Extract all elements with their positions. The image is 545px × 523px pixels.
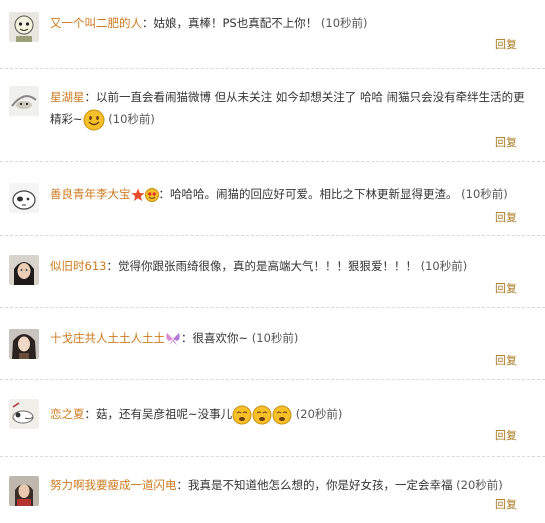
butterfly-badge-icon <box>165 332 181 346</box>
comment-body: ：觉得你跟张雨绮很像，真的是高端大气！！！狠狠爱！！！ <box>106 259 417 273</box>
comment-text: 十戈庄共人土土人土土 ：很喜欢你~ (10秒前) <box>50 327 527 349</box>
comment-body: ：哈哈哈。闹猫的回应好可爱。相比之下林更新显得更渣。 <box>158 187 458 201</box>
username-link[interactable]: 努力啊我要瘦成一道闪电 <box>50 478 177 492</box>
comment-item: 星湖星：以前一直会看闹猫微博 但从未关注 如今却想关注了 哈哈 闹猫只会没有牵绊… <box>0 68 545 162</box>
comment-text: 似旧时613：觉得你跟张雨绮很像，真的是高端大气！！！狠狠爱！！！ (10秒前) <box>50 255 527 277</box>
timestamp: (10秒前) <box>108 112 155 126</box>
avatar[interactable] <box>9 476 39 506</box>
reply-button[interactable]: 回复 <box>495 427 517 443</box>
comment-item: 似旧时613：觉得你跟张雨绮很像，真的是高端大气！！！狠狠爱！！！ (10秒前)… <box>0 235 545 308</box>
username-link[interactable]: 又一个叫二肥的人 <box>50 16 142 30</box>
comment-body: ：姑娘，真棒！PS也真配不上你！ <box>142 16 318 30</box>
comment-text: 又一个叫二肥的人：姑娘，真棒！PS也真配不上你！ (10秒前) <box>50 12 527 34</box>
timestamp: (10秒前) <box>461 187 508 201</box>
star-badge-icon <box>131 188 145 202</box>
avatar[interactable] <box>9 86 39 116</box>
username-link[interactable]: 似旧时613 <box>50 259 106 273</box>
timestamp: (10秒前) <box>251 331 299 345</box>
comment-body: ：菇，还有吴彦祖呢~没事儿 <box>84 407 233 421</box>
timestamp: (10秒前) <box>320 16 368 30</box>
username-link[interactable]: 恋之夏 <box>50 407 85 421</box>
comment-item: 努力啊我要瘦成一道闪电：我真是不知道他怎么想的，你是好女孩，一定会幸福 (20秒… <box>0 456 545 523</box>
comment-body: ：很喜欢你~ <box>181 331 249 345</box>
crying-emoji-icon <box>252 405 272 425</box>
timestamp: (20秒前) <box>295 407 343 421</box>
comment-text: 星湖星：以前一直会看闹猫微博 但从未关注 如今却想关注了 哈哈 闹猫只会没有牵绊… <box>50 86 527 131</box>
avatar[interactable] <box>9 183 39 213</box>
comment-item: 恋之夏：菇，还有吴彦祖呢~没事儿 (20秒前) 回复 <box>0 379 545 457</box>
heart-eyes-emoji-icon <box>144 187 159 202</box>
comment-item: 善良青年李大宝 ：哈哈哈。闹猫的回应好可爱。相比之下林更新显得更渣。 (10秒前)… <box>0 161 545 236</box>
reply-button[interactable]: 回复 <box>495 134 517 150</box>
comment-text: 善良青年李大宝 ：哈哈哈。闹猫的回应好可爱。相比之下林更新显得更渣。 (10秒前) <box>50 183 527 205</box>
timestamp: (20秒前) <box>456 478 503 492</box>
comment-body: ：我真是不知道他怎么想的，你是好女孩，一定会幸福 <box>176 478 453 492</box>
comment-item: 十戈庄共人土土人土土 ：很喜欢你~ (10秒前) 回复 <box>0 307 545 380</box>
avatar[interactable] <box>9 329 39 359</box>
comment-text: 努力啊我要瘦成一道闪电：我真是不知道他怎么想的，你是好女孩，一定会幸福 (20秒… <box>50 474 527 496</box>
reply-button[interactable]: 回复 <box>495 352 517 368</box>
crying-emoji-icon <box>272 405 292 425</box>
reply-button[interactable]: 回复 <box>495 280 517 296</box>
smile-emoji-icon <box>83 109 105 131</box>
reply-button[interactable]: 回复 <box>495 209 517 225</box>
reply-button[interactable]: 回复 <box>495 36 517 52</box>
comment-text: 恋之夏：菇，还有吴彦祖呢~没事儿 (20秒前) <box>50 403 527 425</box>
timestamp: (10秒前) <box>420 259 468 273</box>
avatar[interactable] <box>9 255 39 285</box>
avatar[interactable] <box>9 12 39 42</box>
reply-button[interactable]: 回复 <box>495 496 517 512</box>
username-link[interactable]: 星湖星 <box>50 90 85 104</box>
username-link[interactable]: 善良青年李大宝 <box>50 187 131 201</box>
username-link[interactable]: 十戈庄共人土土人土土 <box>50 331 165 345</box>
avatar[interactable] <box>9 399 39 429</box>
crying-emoji-icon <box>232 405 252 425</box>
comment-item: 又一个叫二肥的人：姑娘，真棒！PS也真配不上你！ (10秒前) 回复 <box>0 0 545 69</box>
